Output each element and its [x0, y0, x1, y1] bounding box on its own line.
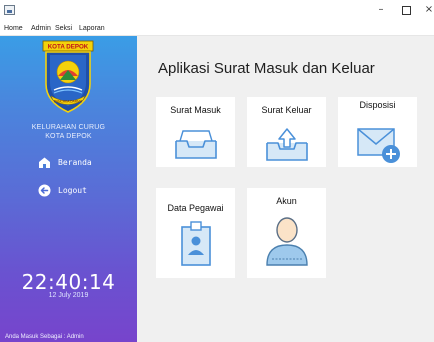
kota-depok-emblem: KOTA DEPOK PANCAKA DARMA: [42, 40, 94, 113]
logout-arrow-icon: [38, 184, 51, 196]
tile-data-pegawai-label: Data Pegawai: [167, 203, 224, 213]
menu-bar: Home Admin Seksi Laporan: [0, 22, 434, 36]
location-line-1: KELURAHAN CURUG: [31, 124, 106, 131]
menu-seksi[interactable]: Seksi: [55, 25, 72, 32]
page-title: Aplikasi Surat Masuk dan Keluar: [158, 60, 375, 77]
nav-logout-label: Logout: [58, 185, 87, 195]
user-account-icon: [266, 217, 308, 266]
outbox-upload-icon: [266, 128, 308, 161]
location-label: KELURAHAN CURUG KOTA DEPOK: [0, 123, 137, 141]
emblem-title: KOTA DEPOK: [48, 44, 89, 51]
menu-home[interactable]: Home: [4, 25, 23, 32]
sidebar: KOTA DEPOK PANCAKA DARMA KELURAHAN CURUG…: [0, 36, 137, 342]
app-window-icon: [4, 5, 15, 15]
location-line-2: KOTA DEPOK: [45, 133, 92, 140]
nav-logout[interactable]: Logout: [38, 183, 87, 197]
clock-time: 22:40:14: [21, 270, 116, 294]
menu-laporan[interactable]: Laporan: [79, 25, 105, 32]
maximize-button[interactable]: [400, 4, 412, 16]
clock-date: 12 July 2019: [48, 292, 89, 299]
mail-add-icon: [357, 128, 400, 163]
close-button[interactable]: ×: [423, 4, 434, 16]
home-icon: [39, 157, 50, 168]
main-content: Aplikasi Surat Masuk dan Keluar Surat Ma…: [137, 36, 434, 342]
tile-data-pegawai[interactable]: Data Pegawai: [156, 188, 235, 278]
inbox-tray-icon: [175, 130, 217, 159]
id-badge-icon: [181, 221, 211, 266]
tile-akun-label: Akun: [276, 196, 297, 206]
tile-disposisi-label: Disposisi: [359, 100, 396, 110]
tile-surat-masuk[interactable]: Surat Masuk: [156, 97, 235, 167]
tile-surat-keluar-label: Surat Keluar: [261, 105, 312, 115]
emblem-motto: PANCAKA DARMA: [54, 100, 83, 104]
tile-akun[interactable]: Akun: [247, 188, 326, 278]
nav-beranda-label: Beranda: [58, 157, 92, 167]
window-titlebar: – ×: [0, 0, 434, 22]
tile-surat-keluar[interactable]: Surat Keluar: [247, 97, 326, 167]
tile-surat-masuk-label: Surat Masuk: [170, 105, 221, 115]
minimize-button[interactable]: –: [375, 4, 387, 16]
menu-admin[interactable]: Admin: [31, 25, 51, 32]
logged-in-status: Anda Masuk Sebagai : Admin: [5, 334, 84, 340]
tile-disposisi[interactable]: Disposisi: [338, 97, 417, 167]
nav-beranda[interactable]: Beranda: [38, 155, 92, 169]
